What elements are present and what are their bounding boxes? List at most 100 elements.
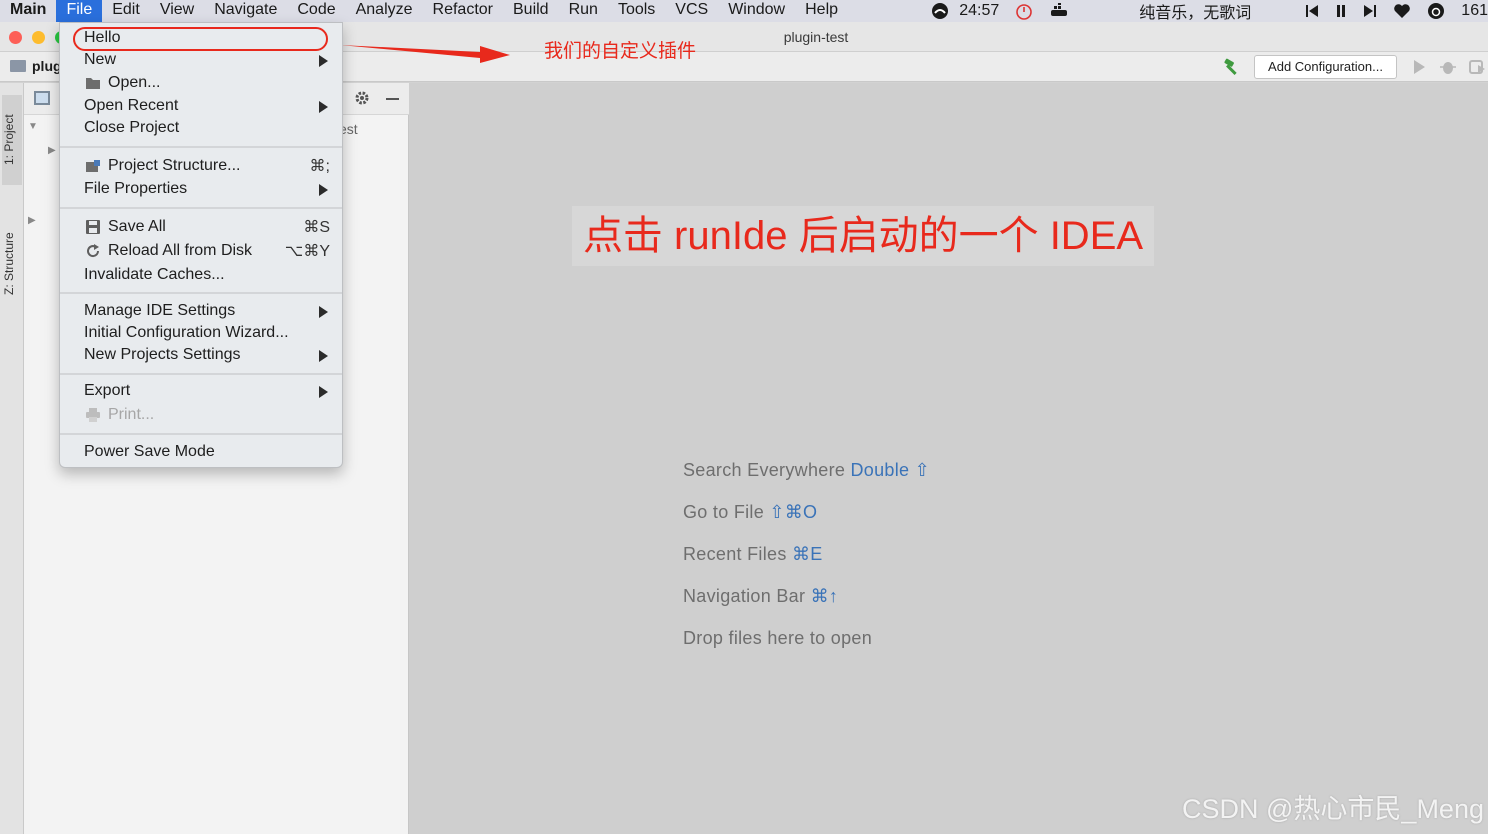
menu-item-open[interactable]: Open... xyxy=(60,72,342,94)
breadcrumb-project[interactable]: plug xyxy=(32,58,62,74)
hint-text: Navigation Bar xyxy=(683,586,806,606)
submenu-arrow-icon xyxy=(319,386,328,398)
add-configuration-button[interactable]: Add Configuration... xyxy=(1254,55,1397,79)
project-tool-tab[interactable]: 1: Project xyxy=(2,95,22,185)
tool-window-stripe: 1: Project Z: Structure xyxy=(0,83,24,834)
gear-icon[interactable] xyxy=(354,90,370,111)
menu-item-new-projects-settings[interactable]: New Projects Settings xyxy=(60,344,342,366)
hint-shortcut: Double ⇧ xyxy=(850,460,931,480)
hint-text: Go to File xyxy=(683,502,765,522)
submenu-arrow-icon xyxy=(319,306,328,318)
pause-icon[interactable] xyxy=(1335,4,1347,18)
hide-panel-icon[interactable] xyxy=(386,98,399,100)
menu-item-power-save-mode[interactable]: Power Save Mode xyxy=(60,441,342,463)
menu-item-hello[interactable]: Hello xyxy=(60,27,342,49)
previous-track-icon[interactable] xyxy=(1305,4,1319,18)
menu-item-reload-all[interactable]: Reload All from Disk ⌥⌘Y xyxy=(60,240,342,262)
menu-separator xyxy=(60,146,342,148)
menu-build[interactable]: Build xyxy=(503,0,559,22)
menu-view[interactable]: View xyxy=(150,0,204,22)
clock-time: 24:57 xyxy=(959,2,1000,19)
menu-item-label: Invalidate Caches... xyxy=(84,266,225,283)
menu-item-close-project[interactable]: Close Project xyxy=(60,117,342,139)
menu-item-new[interactable]: New xyxy=(60,49,342,71)
folder-open-icon xyxy=(86,78,100,89)
menu-item-project-structure[interactable]: Project Structure... ⌘; xyxy=(60,155,342,177)
menu-item-print: Print... xyxy=(60,404,342,426)
project-view-icon[interactable] xyxy=(34,91,50,105)
menu-item-label: Close Project xyxy=(84,119,180,136)
tree-expand-icon[interactable]: ▼ xyxy=(28,121,38,132)
menu-item-manage-ide-settings[interactable]: Manage IDE Settings xyxy=(60,300,342,322)
menu-item-label: Open... xyxy=(108,74,161,91)
menu-item-invalidate-caches[interactable]: Invalidate Caches... xyxy=(60,264,342,286)
tree-collapse-icon[interactable]: ▶ xyxy=(28,215,36,226)
menu-edit[interactable]: Edit xyxy=(102,0,150,22)
hint-shortcut: ⌘E xyxy=(791,544,823,564)
timer-icon[interactable] xyxy=(1015,2,1033,20)
annotation-arrow-icon xyxy=(340,45,510,63)
menu-tools[interactable]: Tools xyxy=(608,0,665,22)
macos-menubar: Main File Edit View Navigate Code Analyz… xyxy=(0,0,1488,22)
hint-shortcut: ⇧⌘O xyxy=(769,502,818,522)
reload-icon xyxy=(87,244,100,258)
menu-item-label: Manage IDE Settings xyxy=(84,302,236,319)
menu-item-label: Project Structure... xyxy=(108,157,241,174)
watermark: CSDN @热心市民_Meng xyxy=(1182,794,1484,824)
menu-code[interactable]: Code xyxy=(287,0,345,22)
hint-navigation-bar: Navigation Bar ⌘↑ xyxy=(683,586,838,607)
structure-tool-tab[interactable]: Z: Structure xyxy=(2,195,22,295)
run-icon[interactable] xyxy=(1412,59,1426,80)
menu-item-open-recent[interactable]: Open Recent xyxy=(60,95,342,117)
next-track-icon[interactable] xyxy=(1363,4,1377,18)
status-icon[interactable] xyxy=(931,2,949,20)
menu-item-label: Reload All from Disk xyxy=(108,242,253,259)
submenu-arrow-icon xyxy=(319,184,328,196)
coverage-icon[interactable] xyxy=(1468,59,1486,80)
hint-shortcut: ⌘↑ xyxy=(810,586,839,606)
editor-empty-area[interactable]: Search Everywhere Double ⇧ Go to File ⇧⌘… xyxy=(409,83,1488,834)
hint-recent-files: Recent Files ⌘E xyxy=(683,544,823,565)
menu-file[interactable]: File xyxy=(56,0,103,22)
tree-collapse-icon[interactable]: ▶ xyxy=(48,145,56,156)
docker-icon[interactable] xyxy=(1049,3,1071,19)
menu-separator xyxy=(60,373,342,375)
music-title[interactable]: 纯音乐，无歌词 xyxy=(1139,0,1251,23)
heart-icon[interactable] xyxy=(1393,3,1411,19)
menu-run[interactable]: Run xyxy=(559,0,608,22)
menu-vcs[interactable]: VCS xyxy=(665,0,718,22)
menu-separator xyxy=(60,292,342,294)
netease-icon[interactable] xyxy=(1427,2,1445,20)
menu-separator xyxy=(60,207,342,209)
debug-icon[interactable] xyxy=(1439,59,1457,80)
submenu-arrow-icon xyxy=(319,101,328,113)
menu-shortcut: ⌘S xyxy=(303,219,330,236)
hint-text: Drop files here to open xyxy=(683,628,873,648)
menu-item-label: File Properties xyxy=(84,180,188,197)
hint-go-to-file: Go to File ⇧⌘O xyxy=(683,502,817,523)
menu-window[interactable]: Window xyxy=(718,0,795,22)
menu-item-label: Initial Configuration Wizard... xyxy=(84,324,289,341)
submenu-arrow-icon xyxy=(319,350,328,362)
menu-refactor[interactable]: Refactor xyxy=(423,0,503,22)
menu-item-initial-configuration-wizard[interactable]: Initial Configuration Wizard... xyxy=(60,322,342,344)
hint-drop-files: Drop files here to open xyxy=(683,628,872,649)
menu-analyze[interactable]: Analyze xyxy=(346,0,423,22)
build-hammer-icon[interactable] xyxy=(1222,58,1242,81)
battery-value: 161 xyxy=(1461,2,1488,19)
folder-icon xyxy=(10,60,26,72)
menu-item-label: Print... xyxy=(108,406,155,423)
status-tray: 24:57 纯音乐，无歌词 161 xyxy=(923,0,1488,22)
hint-text: Recent Files xyxy=(683,544,787,564)
breadcrumb[interactable]: plug xyxy=(10,58,62,74)
hint-text: Search Everywhere xyxy=(683,460,846,480)
custom-plugin-annotation: 我们的自定义插件 xyxy=(544,41,697,62)
menu-item-file-properties[interactable]: File Properties xyxy=(60,178,342,200)
app-menu[interactable]: Main xyxy=(0,0,56,22)
menu-navigate[interactable]: Navigate xyxy=(204,0,287,22)
menu-help[interactable]: Help xyxy=(795,0,848,22)
menu-item-save-all[interactable]: Save All ⌘S xyxy=(60,216,342,238)
runide-annotation: 点击 runIde 后启动的一个 IDEA xyxy=(572,206,1154,266)
menu-item-export[interactable]: Export xyxy=(60,380,342,402)
file-menu-dropdown: Hello New Open... Open Recent Close Proj… xyxy=(59,22,343,468)
